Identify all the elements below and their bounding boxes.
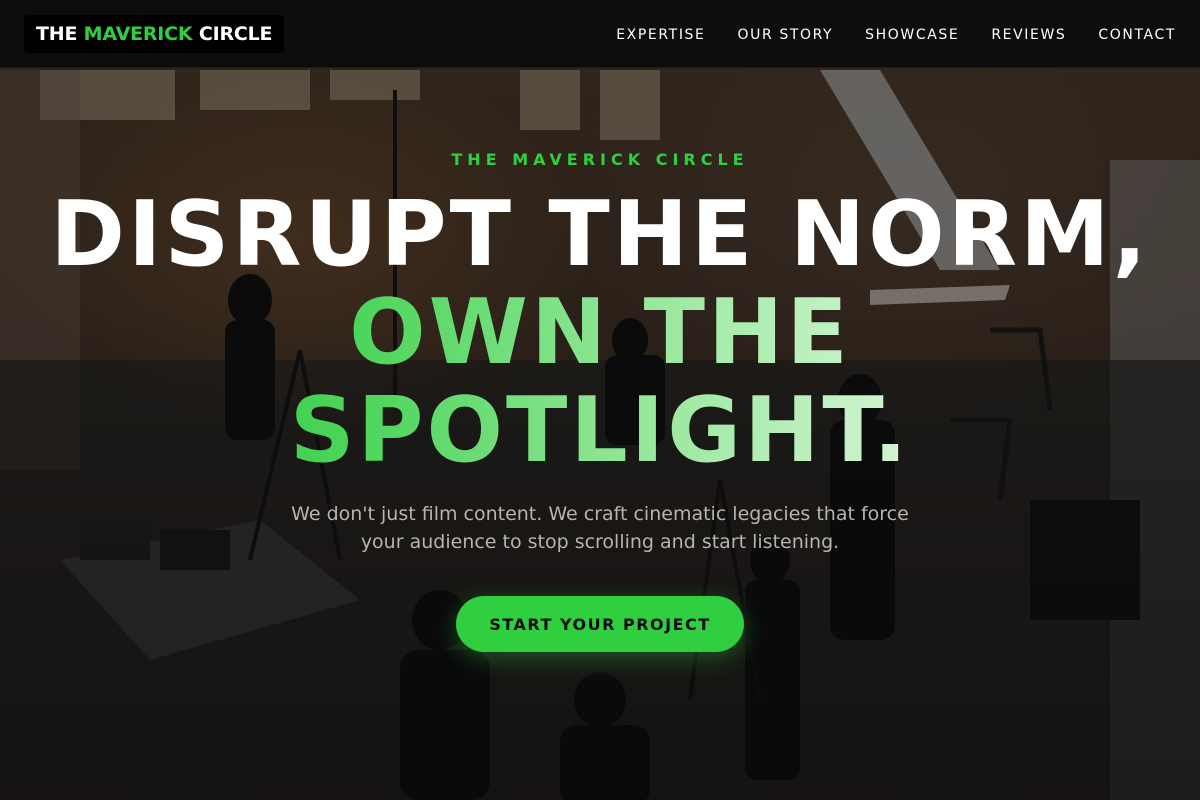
hero-section: THE MAVERICK CIRCLE DISRUPT THE NORM, OW… — [0, 68, 1200, 800]
main-nav: EXPERTISE OUR STORY SHOWCASE REVIEWS CON… — [616, 24, 1176, 43]
brand-name-accent: MAVERICK — [83, 22, 193, 45]
hero-subtitle: We don't just film content. We craft cin… — [0, 500, 1200, 556]
brand-name-part1: THE — [36, 22, 84, 45]
hero-headline: DISRUPT THE NORM, OWN THE SPOTLIGHT. — [0, 186, 1200, 480]
headline-line-3: SPOTLIGHT. — [0, 382, 1200, 480]
subtitle-line-1: We don't just film content. We craft cin… — [291, 503, 909, 525]
brand-name-part2: CIRCLE — [192, 22, 273, 45]
headline-line-2: OWN THE — [0, 284, 1200, 382]
hero-eyebrow: THE MAVERICK CIRCLE — [451, 150, 749, 169]
nav-item-expertise: EXPERTISE — [616, 24, 705, 43]
nav-link-reviews[interactable]: REVIEWS — [991, 27, 1066, 43]
nav-item-showcase: SHOWCASE — [865, 24, 959, 43]
site-header: THE MAVERICK CIRCLE EXPERTISE OUR STORY … — [0, 0, 1200, 68]
brand-logo[interactable]: THE MAVERICK CIRCLE — [24, 14, 285, 53]
nav-link-showcase[interactable]: SHOWCASE — [865, 27, 959, 43]
headline-line-1: DISRUPT THE NORM, — [50, 182, 1150, 287]
nav-link-our-story[interactable]: OUR STORY — [737, 27, 833, 43]
nav-item-reviews: REVIEWS — [991, 24, 1066, 43]
nav-item-our-story: OUR STORY — [737, 24, 833, 43]
nav-item-contact: CONTACT — [1098, 24, 1176, 43]
nav-link-contact[interactable]: CONTACT — [1098, 27, 1176, 43]
nav-link-expertise[interactable]: EXPERTISE — [616, 27, 705, 43]
start-project-button[interactable]: START YOUR PROJECT — [456, 596, 744, 652]
subtitle-line-2: your audience to stop scrolling and star… — [360, 531, 840, 553]
